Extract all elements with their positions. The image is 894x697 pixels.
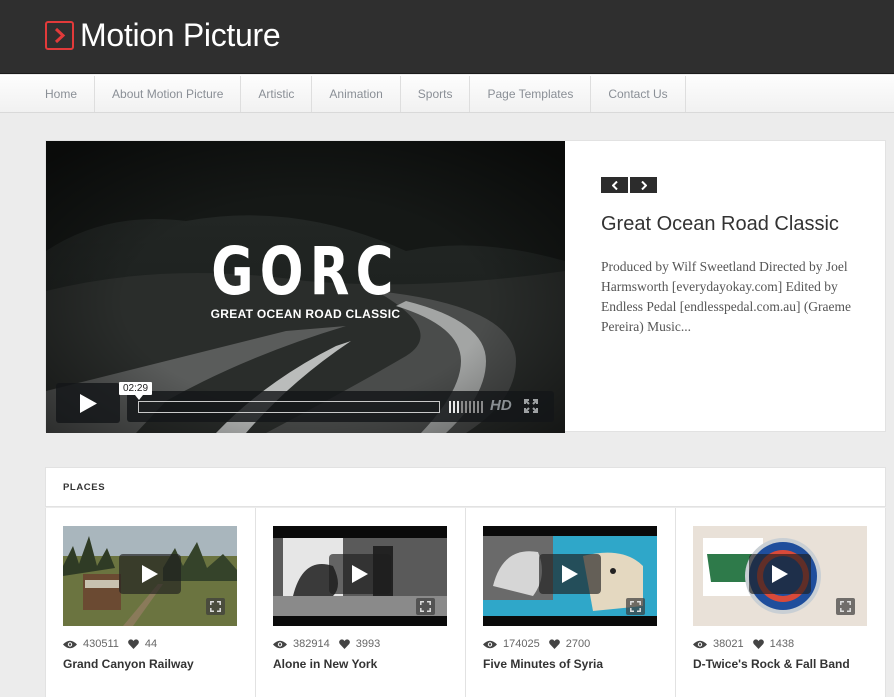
featured-title[interactable]: Great Ocean Road Classic: [601, 212, 871, 237]
like-count: 44: [144, 638, 158, 650]
video-thumbnail[interactable]: [273, 526, 447, 626]
thumbnail-expand-button[interactable]: [626, 598, 645, 615]
thumbnail-expand-button[interactable]: [416, 598, 435, 615]
chevron-right-icon: [640, 180, 647, 190]
video-controls: HD: [127, 391, 554, 422]
featured-description: Produced by Wilf Sweetland Directed by J…: [601, 259, 852, 334]
logo-play-icon: [45, 21, 74, 50]
heart-icon: [752, 639, 764, 649]
thumbnail-expand-button[interactable]: [836, 598, 855, 615]
eye-icon: [483, 640, 497, 648]
thumbnail-play-button[interactable]: [329, 554, 391, 594]
video-stats: 382914 3993: [273, 638, 380, 650]
time-tooltip: 02:29: [119, 382, 153, 400]
fullscreen-icon: [630, 601, 641, 612]
nav-item-home[interactable]: Home: [0, 76, 96, 112]
video-thumbnail[interactable]: [483, 526, 657, 626]
video-card: 38021 1438 D-Twice's Rock & Fall Band: [676, 508, 886, 697]
progress-bar[interactable]: [138, 401, 440, 413]
video-stats: 430511 44: [63, 638, 157, 650]
eye-icon: [63, 640, 77, 648]
like-count: 3993: [355, 638, 381, 650]
fullscreen-icon: [210, 601, 221, 612]
heart-icon: [128, 639, 139, 649]
play-icon: [80, 394, 97, 413]
volume-control[interactable]: [449, 401, 483, 413]
view-count: 38021: [713, 638, 744, 650]
site-logo[interactable]: Motion Picture: [45, 17, 281, 54]
nav-item-about[interactable]: About Motion Picture: [95, 76, 242, 112]
video-player[interactable]: GORC GREAT OCEAN ROAD CLASSIC HD 02:29: [46, 141, 565, 433]
video-card: 382914 3993 Alone in New York: [256, 508, 466, 697]
section-title: PLACES: [63, 482, 106, 493]
like-count: 2700: [565, 638, 591, 650]
slider-arrows: [601, 177, 871, 193]
video-card: 174025 2700 Five Minutes of Syria: [466, 508, 676, 697]
video-stats: 38021 1438: [693, 638, 794, 650]
heart-icon: [548, 639, 560, 649]
nav-list: Home About Motion Picture Artistic Anima…: [0, 76, 894, 112]
main-nav: Home About Motion Picture Artistic Anima…: [0, 75, 894, 113]
next-arrow-button[interactable]: [630, 177, 657, 193]
view-count: 174025: [503, 638, 540, 650]
video-thumbnail[interactable]: [693, 526, 867, 626]
like-count: 1438: [769, 638, 795, 650]
nav-item-page-templates[interactable]: Page Templates: [470, 76, 592, 112]
hd-toggle[interactable]: HD: [490, 397, 512, 414]
view-count: 382914: [293, 638, 330, 650]
heart-icon: [338, 639, 350, 649]
nav-item-sports[interactable]: Sports: [401, 76, 471, 112]
nav-item-animation[interactable]: Animation: [312, 76, 401, 112]
view-count: 430511: [83, 638, 119, 650]
thumbnail-play-button[interactable]: [539, 554, 601, 594]
thumbnail-play-button[interactable]: [119, 554, 181, 594]
video-card: 430511 44 Grand Canyon Railway: [45, 508, 256, 697]
play-icon: [772, 565, 788, 583]
video-title-link[interactable]: D-Twice's Rock & Fall Band: [693, 657, 850, 671]
play-icon: [562, 565, 578, 583]
video-title-overlay: GORC: [211, 233, 400, 310]
nav-item-artistic[interactable]: Artistic: [241, 76, 313, 112]
video-grid: 430511 44 Grand Canyon Railway 382914 39…: [45, 508, 886, 697]
play-icon: [352, 565, 368, 583]
video-thumbnail[interactable]: [63, 526, 237, 626]
video-title-link[interactable]: Alone in New York: [273, 657, 377, 671]
fullscreen-icon[interactable]: [524, 399, 538, 413]
section-header: PLACES: [45, 467, 886, 507]
eye-icon: [693, 640, 707, 648]
video-subtitle-overlay: GREAT OCEAN ROAD CLASSIC: [210, 307, 401, 321]
featured-info: Great Ocean Road Classic Produced by Wil…: [601, 177, 871, 337]
chevron-left-icon: [611, 180, 618, 190]
play-button[interactable]: [56, 383, 120, 423]
fullscreen-icon: [420, 601, 431, 612]
video-title-link[interactable]: Grand Canyon Railway: [63, 657, 194, 671]
play-icon: [142, 565, 158, 583]
fullscreen-icon: [840, 601, 851, 612]
site-title: Motion Picture: [80, 17, 281, 53]
video-stats: 174025 2700: [483, 638, 590, 650]
prev-arrow-button[interactable]: [601, 177, 628, 193]
thumbnail-expand-button[interactable]: [206, 598, 225, 615]
eye-icon: [273, 640, 287, 648]
nav-item-contact[interactable]: Contact Us: [591, 76, 686, 112]
video-title-link[interactable]: Five Minutes of Syria: [483, 657, 603, 671]
thumbnail-play-button[interactable]: [749, 554, 811, 594]
site-header: Motion Picture: [0, 0, 894, 74]
featured-video-panel: GORC GREAT OCEAN ROAD CLASSIC HD 02:29 G…: [45, 140, 886, 433]
